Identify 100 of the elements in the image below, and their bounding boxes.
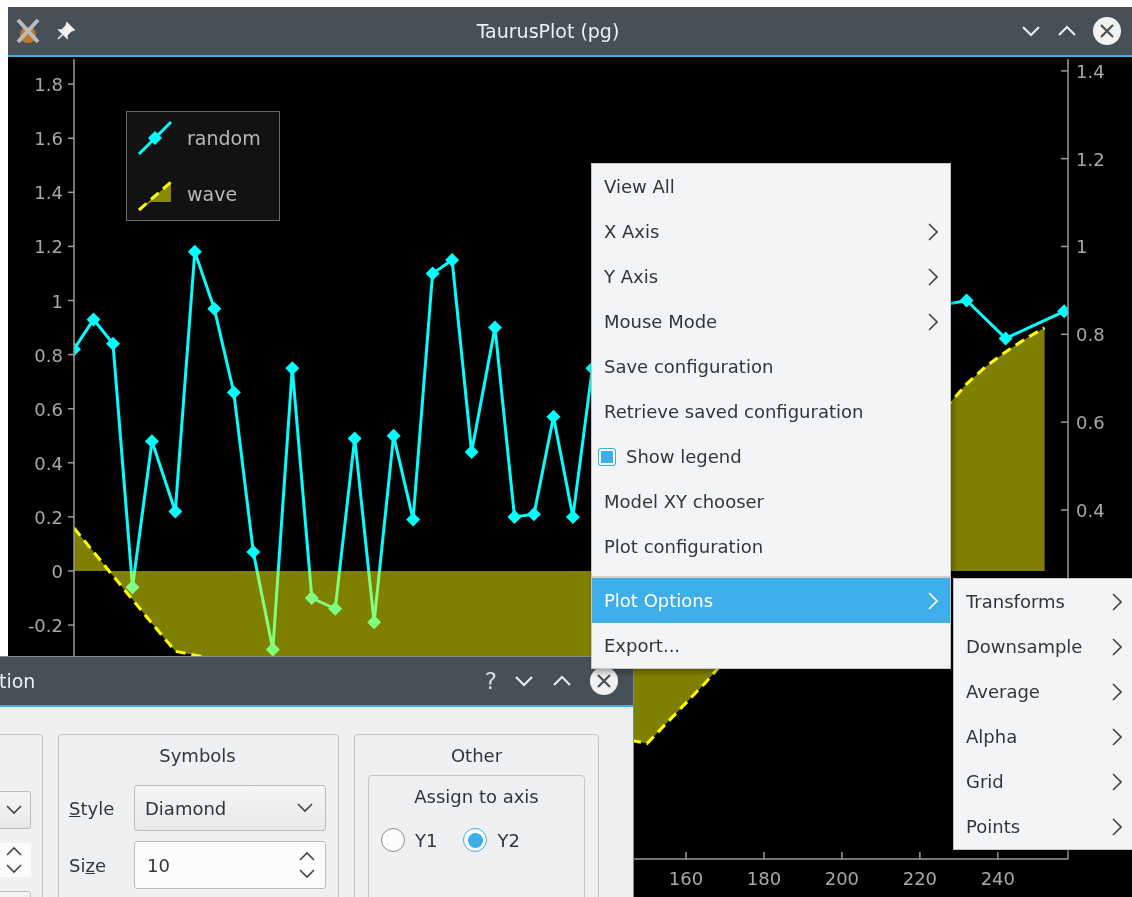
data-point — [406, 512, 421, 527]
menu-item[interactable]: Transforms — [954, 579, 1132, 624]
tick-label: 1 — [51, 290, 63, 312]
spin-arrows-icon — [6, 845, 22, 875]
tick-label: 1.2 — [34, 236, 63, 258]
menu-item[interactable]: Retrieve saved configuration — [592, 389, 950, 434]
data-point — [1057, 304, 1068, 319]
data-point — [187, 244, 202, 259]
tick-label: 0.6 — [1076, 412, 1105, 434]
data-point — [125, 580, 140, 595]
group-title: Assign to axis — [413, 786, 540, 809]
tick-label: 0.4 — [1076, 499, 1105, 521]
tick-label: 0.4 — [34, 452, 63, 474]
tick-label: 0.8 — [1076, 324, 1105, 346]
chevron-right-icon — [1112, 682, 1122, 701]
tick-label: 240 — [980, 868, 1015, 889]
data-point — [106, 336, 120, 351]
chevron-right-icon — [1112, 817, 1122, 836]
data-point — [304, 591, 319, 605]
menu-item[interactable]: X Axis — [592, 209, 950, 254]
close-icon[interactable] — [1092, 16, 1122, 46]
chevron-right-icon — [928, 312, 938, 331]
tick-label: 0 — [51, 560, 63, 582]
chevron-right-icon — [928, 222, 938, 241]
tick-label: 200 — [824, 868, 860, 889]
tick-label: -0.2 — [27, 615, 63, 637]
data-point — [425, 266, 440, 281]
tick-label: 0.2 — [34, 506, 63, 528]
data-point — [168, 504, 183, 519]
data-point — [998, 331, 1013, 346]
data-point — [488, 320, 502, 335]
field-label: Style — [69, 797, 115, 819]
pin-icon[interactable] — [56, 21, 76, 41]
data-point — [328, 601, 343, 616]
data-point — [464, 444, 479, 459]
menu-item[interactable]: Alpha — [954, 714, 1132, 759]
menu-item[interactable]: Show legend — [592, 434, 950, 479]
data-point — [959, 293, 974, 308]
group-title: Other — [449, 745, 504, 768]
menu-item[interactable]: Average — [954, 669, 1132, 714]
data-point — [445, 252, 460, 267]
field-label: Size — [69, 854, 106, 876]
data-point — [226, 385, 241, 400]
tick-label: 160 — [668, 868, 704, 889]
tick-label: 0.6 — [34, 398, 63, 420]
radio-button[interactable] — [463, 828, 488, 852]
chevron-right-icon — [928, 267, 938, 286]
close-icon[interactable] — [589, 666, 619, 696]
help-button[interactable]: ? — [484, 668, 497, 694]
menu-item[interactable]: View All — [592, 164, 950, 209]
data-point — [246, 545, 261, 560]
menu-item[interactable]: Y Axis — [592, 254, 950, 299]
data-point — [367, 615, 382, 630]
tick-label: 220 — [902, 868, 938, 889]
radio-button[interactable] — [381, 828, 405, 852]
legend-label: random — [187, 127, 261, 149]
size-spin-box[interactable]: 10 — [134, 841, 326, 889]
window-title: tion — [0, 670, 37, 692]
data-point — [546, 409, 561, 424]
tick-label: 0.8 — [34, 344, 63, 366]
tick-label: 1.2 — [1076, 148, 1105, 170]
chevron-right-icon — [1112, 637, 1122, 656]
chevron-right-icon — [1112, 727, 1122, 746]
data-point — [347, 431, 362, 446]
chevron-down-icon — [6, 805, 22, 815]
menu-item[interactable]: Points — [954, 804, 1132, 849]
tick-label: 1.4 — [34, 182, 63, 204]
menu-item[interactable]: Model XY chooser — [592, 479, 950, 524]
menu-item[interactable]: Export... — [592, 623, 950, 668]
data-point — [507, 509, 522, 524]
checkbox[interactable] — [598, 447, 616, 466]
style-dropdown[interactable]: Diamond — [134, 785, 326, 831]
spin-arrows-icon — [299, 850, 315, 880]
data-point — [74, 342, 81, 357]
tick-label: 180 — [746, 868, 782, 889]
window-title: TaurusPlot (pg) — [475, 20, 621, 42]
data-point — [386, 428, 401, 443]
data-point — [565, 509, 580, 524]
data-point — [144, 434, 159, 449]
menu-item[interactable]: Plot configuration — [592, 524, 950, 569]
menu-item[interactable]: Mouse Mode — [592, 299, 950, 344]
chevron-right-icon — [928, 591, 938, 610]
legend-label: wave — [187, 183, 238, 205]
app-logo-icon[interactable] — [14, 17, 42, 45]
menu-item[interactable]: Downsample — [954, 624, 1132, 669]
group-title: Symbols — [158, 745, 237, 768]
chevron-right-icon — [1112, 592, 1122, 611]
data-point — [526, 507, 541, 522]
menu-item[interactable]: Grid — [954, 759, 1132, 804]
tick-label: 1 — [1076, 236, 1088, 258]
radio-label: Y2 — [497, 829, 520, 851]
menu-item[interactable]: Save configuration — [592, 344, 950, 389]
chevron-right-icon — [1112, 772, 1122, 791]
legend-line-icon — [137, 120, 173, 156]
tick-label: 1.8 — [34, 74, 63, 96]
data-point — [207, 301, 222, 316]
data-point — [285, 361, 300, 376]
radio-label: Y1 — [415, 829, 438, 851]
chevron-down-icon — [297, 803, 313, 813]
tick-label: 1.4 — [1076, 60, 1105, 82]
